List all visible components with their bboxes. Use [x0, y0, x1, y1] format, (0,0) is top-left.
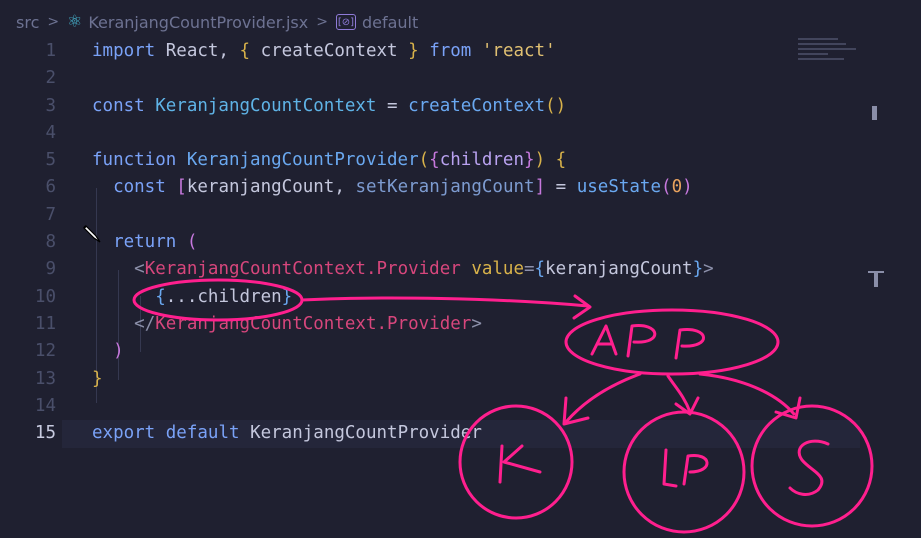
- line-number: 3: [45, 95, 56, 116]
- line-number: 10: [34, 286, 56, 307]
- breadcrumb-symbol[interactable]: default: [362, 13, 418, 32]
- chevron-right-icon: >: [47, 14, 60, 30]
- code-editor[interactable]: 1 import React, { createContext } from 'r…: [0, 38, 860, 447]
- minimap[interactable]: [798, 38, 860, 78]
- line-number: 9: [45, 259, 56, 280]
- line-number: 6: [45, 177, 56, 198]
- code-line: 15 export default KeranjangCountProvider: [0, 420, 860, 447]
- lp-letters: [662, 448, 709, 488]
- line-number: 12: [34, 341, 56, 362]
- chevron-right-icon: >: [316, 14, 328, 30]
- react-icon: ⚛: [67, 12, 83, 32]
- line-number: 5: [45, 150, 56, 171]
- code-line: 5 function KeranjangCountProvider({childr…: [0, 147, 860, 174]
- code-line: 4: [0, 120, 860, 147]
- code-line: 12 ): [0, 338, 860, 365]
- code-line: 11 </KeranjangCountContext.Provider>: [0, 311, 860, 338]
- code-line: 7: [0, 202, 860, 229]
- code-line: 14: [0, 393, 860, 420]
- line-number: 7: [45, 204, 56, 225]
- code-line: 8 return (: [0, 229, 860, 256]
- scrollbar-marker: [872, 106, 877, 120]
- code-line: 10 {...children}: [0, 284, 860, 311]
- line-number: 11: [34, 313, 56, 334]
- code-line: 2: [0, 65, 860, 92]
- line-number: 8: [45, 232, 56, 253]
- breadcrumb-folder[interactable]: src: [16, 13, 39, 32]
- line-number: 4: [45, 122, 56, 143]
- line-number: 2: [45, 68, 56, 89]
- scrollbar-thumb[interactable]: [874, 273, 878, 287]
- code-line: 6 const [keranjangCount, setKeranjangCou…: [0, 174, 860, 201]
- breadcrumb-file[interactable]: KeranjangCountProvider.jsx: [88, 13, 308, 32]
- s-letter: [788, 439, 830, 496]
- code-line: 13}: [0, 366, 860, 393]
- line-number: 15: [34, 423, 56, 444]
- k-letter: [498, 444, 542, 484]
- symbol-variable-icon: [⊘]: [335, 14, 356, 30]
- line-number: 1: [45, 41, 56, 61]
- code-line: 1 import React, { createContext } from 'r…: [0, 38, 860, 65]
- line-number: 13: [34, 368, 56, 389]
- code-line: 9 <KeranjangCountContext.Provider value=…: [0, 256, 860, 283]
- line-number: 14: [34, 395, 56, 416]
- code-line: 3 const KeranjangCountContext = createCon…: [0, 93, 860, 120]
